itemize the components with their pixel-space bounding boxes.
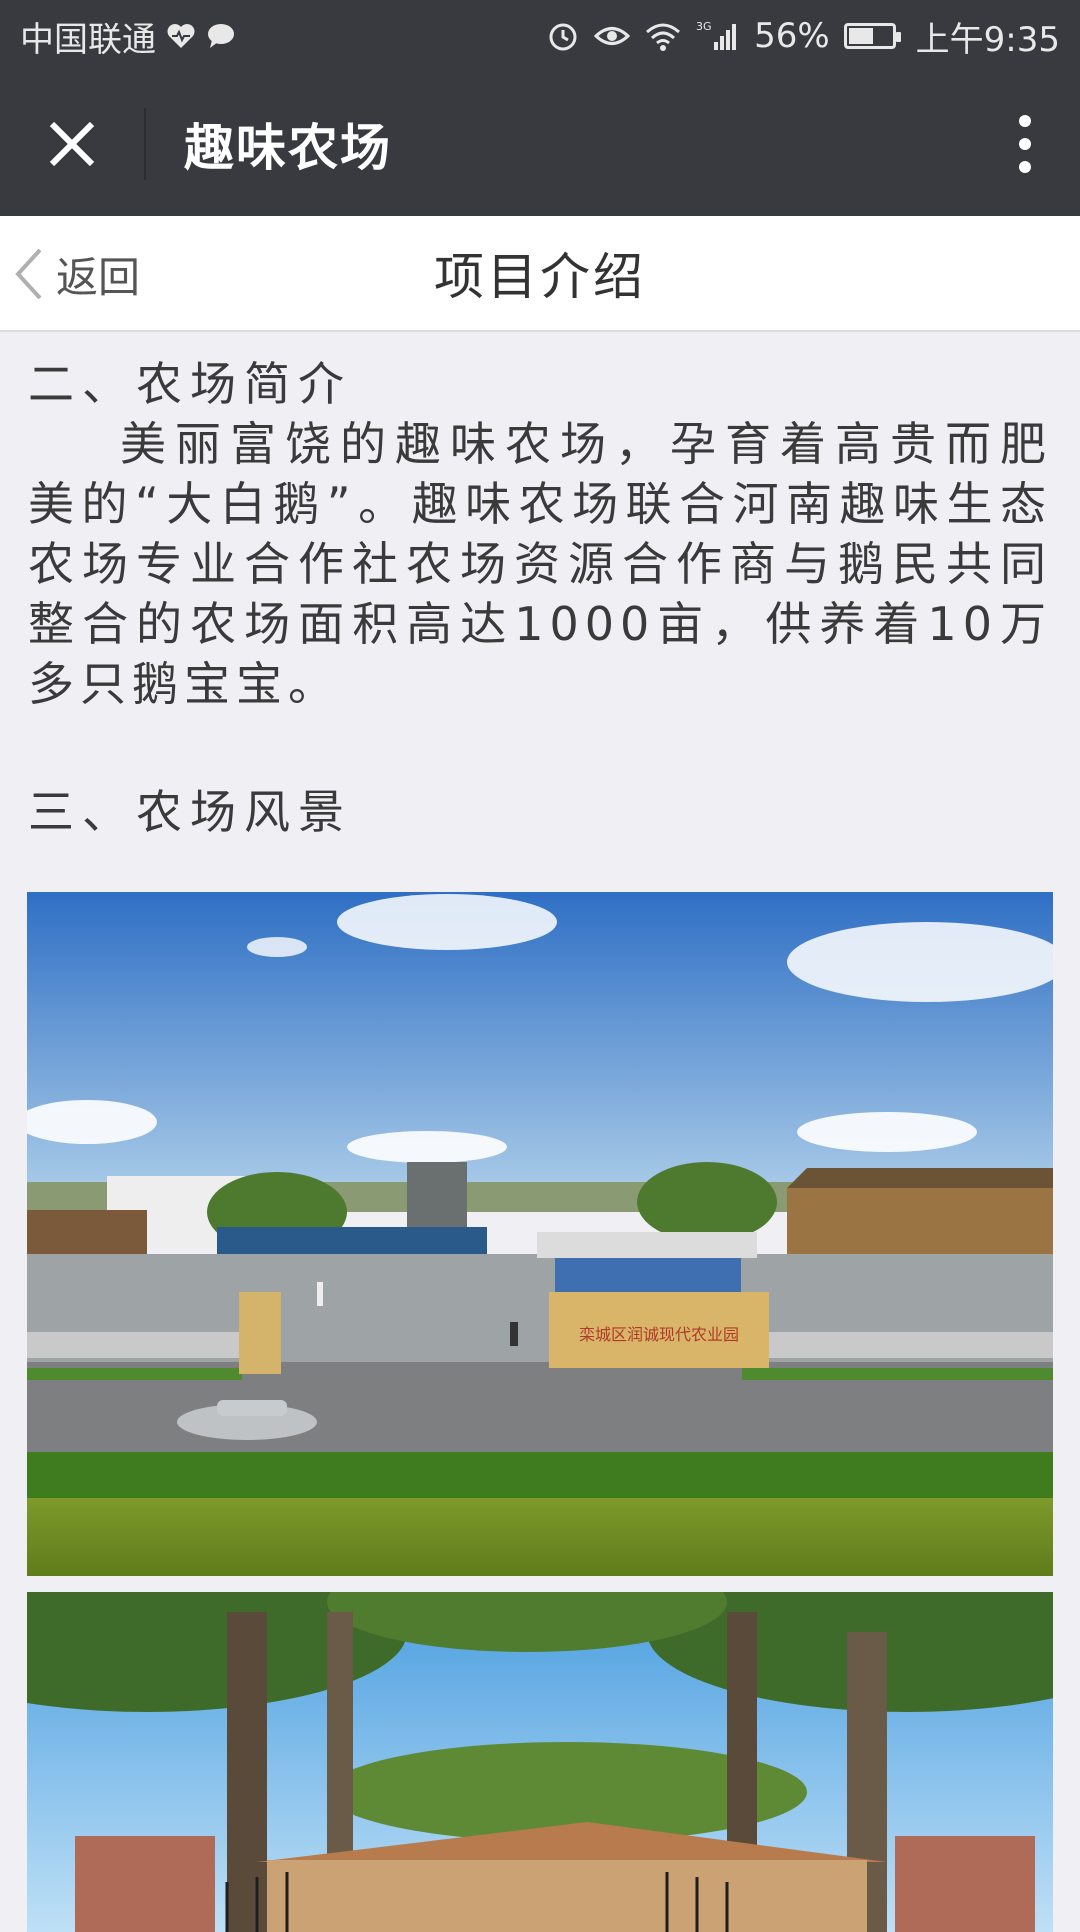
svg-text:3G: 3G [696, 20, 712, 33]
header-divider [144, 108, 146, 180]
intro-paragraph: 美丽富饶的趣味农场，孕育着高贵而肥美的“大白鹅”。趣味农场联合河南趣味生态农场专… [28, 417, 1052, 711]
app-title: 趣味农场 [184, 119, 392, 177]
close-button[interactable] [0, 72, 144, 216]
page-title: 项目介绍 [434, 248, 646, 306]
carrier-label: 中国联通 [20, 19, 156, 60]
signal-icon: 3G [696, 20, 740, 52]
sign-text: 栾城区润诚现代农业园 [579, 1325, 739, 1344]
alarm-icon [546, 19, 580, 53]
page-nav-bar: 返回 项目介绍 [0, 216, 1080, 332]
article-content: 二、农场简介 美丽富饶的趣味农场，孕育着高贵而肥美的“大白鹅”。趣味农场联合河南… [28, 332, 1052, 842]
more-menu-button[interactable] [970, 72, 1080, 216]
back-button[interactable]: 返回 [12, 216, 140, 332]
heart-icon [166, 22, 196, 50]
section-heading-scenery: 三、农场风景 [28, 785, 352, 839]
app-header: 趣味农场 [0, 72, 1080, 216]
clock: 上午9:35 [915, 19, 1060, 60]
wifi-icon [644, 21, 682, 51]
chat-bubble-icon [206, 22, 236, 50]
close-icon [49, 121, 95, 167]
chevron-left-icon [15, 248, 42, 300]
section-heading-intro: 二、农场简介 [28, 357, 352, 411]
eye-icon [594, 21, 631, 51]
farm-scenery-photo-1: 栾城区润诚现代农业园 [27, 892, 1053, 1576]
more-vertical-icon [1019, 115, 1031, 173]
status-bar: 中国联通 3G 56% 上午9:35 [0, 0, 1080, 72]
farm-scenery-photo-2 [27, 1592, 1053, 1932]
battery-icon [843, 23, 901, 49]
battery-percent: 56% [754, 16, 830, 56]
back-label: 返回 [56, 252, 141, 302]
